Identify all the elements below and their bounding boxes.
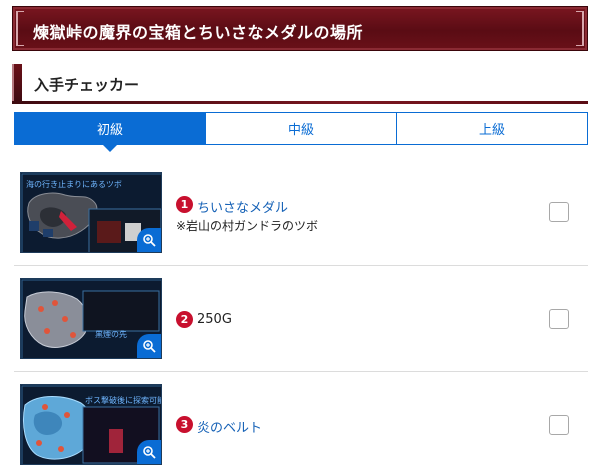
section-heading-underline <box>12 101 588 104</box>
item-number-badge: 3 <box>176 416 193 433</box>
map-thumbnail[interactable]: 海の行き止まりにあるツボ <box>20 172 162 253</box>
tab-intermediate[interactable]: 中級 <box>205 113 396 144</box>
map-caption: 海の行き止まりにあるツボ <box>26 179 122 189</box>
section-heading: 入手チェッカー <box>12 64 588 104</box>
collected-checkbox[interactable] <box>549 415 569 435</box>
item-number-badge: 1 <box>176 196 193 213</box>
title-ornament-left <box>16 11 24 46</box>
list-item: ボス撃破後に探索可能 3 炎のベルト <box>14 372 588 474</box>
section-title: 入手チェッカー <box>34 76 140 94</box>
difficulty-tabs: 初級 中級 上級 <box>14 112 588 152</box>
section-heading-bar <box>12 64 22 102</box>
tab-advanced[interactable]: 上級 <box>396 113 587 144</box>
zoom-in-icon[interactable] <box>137 334 161 358</box>
zoom-in-icon[interactable] <box>137 228 161 252</box>
map-thumbnail[interactable]: 黒煙の先 <box>20 278 162 359</box>
title-ornament-right <box>576 11 584 46</box>
map-thumbnail[interactable]: ボス撃破後に探索可能 <box>20 384 162 465</box>
collected-checkbox[interactable] <box>549 309 569 329</box>
zoom-in-icon[interactable] <box>137 440 161 464</box>
page-title-banner: 煉獄峠の魔界の宝箱とちいさなメダルの場所 <box>12 6 588 51</box>
item-note: ※岩山の村ガンドラのツボ <box>176 219 319 233</box>
collected-checkbox[interactable] <box>549 202 569 222</box>
map-caption: ボス撃破後に探索可能 <box>85 395 162 405</box>
page-title: 煉獄峠の魔界の宝箱とちいさなメダルの場所 <box>33 23 364 42</box>
item-name-link[interactable]: 炎のベルト <box>197 417 262 436</box>
list-item: 黒煙の先 2 250G <box>14 266 588 372</box>
item-name: 250G <box>197 312 232 327</box>
map-caption: 黒煙の先 <box>95 329 127 339</box>
item-name-link[interactable]: ちいさなメダル <box>197 197 288 216</box>
list-item: 海の行き止まりにあるツボ 1 ちいさなメダル ※岩山の村ガンドラのツボ <box>14 160 588 266</box>
tab-beginner[interactable]: 初級 <box>15 113 205 152</box>
item-number-badge: 2 <box>176 311 193 328</box>
treasure-list: 海の行き止まりにあるツボ 1 ちいさなメダル ※岩山の村ガンドラのツボ 黒煙の先… <box>14 160 588 474</box>
